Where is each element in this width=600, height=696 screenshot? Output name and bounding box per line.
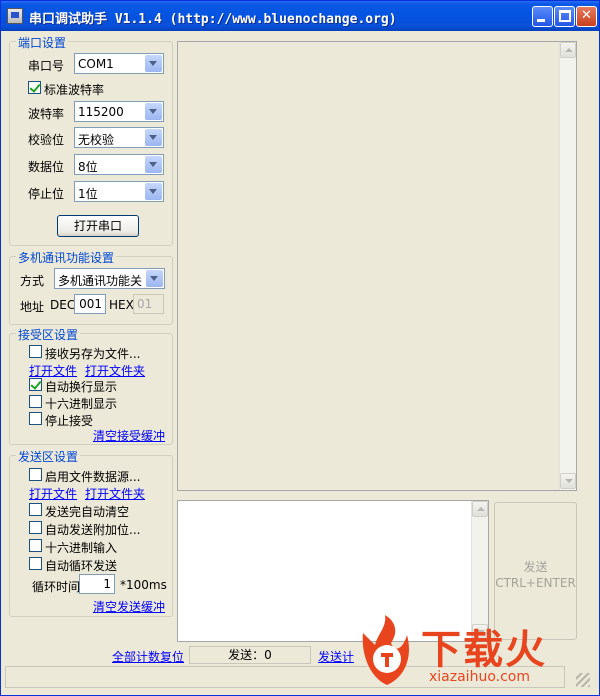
databits-select[interactable]: 8位 [74,154,164,175]
receive-open-file-link[interactable]: 打开文件 [29,362,77,379]
sent-counter: 发送：0 [189,646,311,664]
watermark-url: xiazaihuo.com [429,669,530,685]
receive-open-folder-link[interactable]: 打开文件夹 [85,362,145,379]
scroll-down-icon[interactable] [560,473,576,489]
auto-append-label: 自动发送附加位... [45,523,141,537]
multi-comm-group: 多机通讯功能设置 方式 多机通讯功能关 地址 DEC 001 HEX 01 [9,249,173,325]
chevron-down-icon[interactable] [145,156,162,173]
hex-input-checkbox[interactable] [29,539,42,552]
port-select[interactable]: COM1 [74,53,164,74]
databits-label: 数据位 [28,160,65,174]
app-icon[interactable] [7,8,23,24]
chevron-down-icon[interactable] [145,183,162,200]
flame-logo-icon [362,615,409,685]
receive-settings-group: 接受区设置 接收另存为文件... 打开文件 打开文件夹 自动换行显示 十六进制显… [9,326,173,445]
open-port-button[interactable]: 打开串口 [57,215,139,237]
file-source-label: 启用文件数据源... [45,470,141,484]
hex-display-checkbox[interactable] [29,395,42,408]
hex-display-label: 十六进制显示 [45,397,118,411]
auto-clear-checkbox[interactable] [29,503,42,516]
loop-time-input[interactable]: 1 [79,574,115,594]
send-button-shortcut: CTRL+ENTER [495,576,576,590]
loop-time-label: 循环时间 [32,580,81,594]
watermark-logo: 下载火 xiazaihuo.com [351,613,596,693]
scroll-up-icon[interactable] [560,42,576,58]
databits-select-value: 8位 [78,160,98,174]
save-as-file-checkbox[interactable] [29,345,42,358]
clear-send-link[interactable]: 清空发送缓冲 [93,598,165,615]
receive-scrollbar[interactable] [559,42,576,490]
baud-label: 波特率 [28,107,65,121]
baud-select[interactable]: 115200 [74,101,164,122]
port-settings-legend: 端口设置 [16,34,69,51]
stop-receive-label: 停止接受 [45,414,94,428]
parity-label: 校验位 [28,133,65,147]
close-button[interactable]: ✕ [576,6,597,27]
auto-clear-label: 发送完自动清空 [45,505,130,519]
send-button-label: 发送 [523,560,548,574]
clear-receive-link[interactable]: 清空接受缓冲 [93,427,165,444]
address-label: 地址 [20,300,45,314]
port-label: 串口号 [28,59,65,73]
multi-comm-legend: 多机通讯功能设置 [16,249,117,266]
auto-newline-label: 自动换行显示 [45,380,118,394]
dec-address-value: 001 [79,297,102,311]
chevron-down-icon[interactable] [145,103,162,120]
stopbits-label: 停止位 [28,187,65,201]
close-icon: ✕ [581,8,592,23]
port-select-value: COM1 [78,57,114,71]
auto-loop-checkbox[interactable] [29,557,42,570]
hex-address-value: 01 [137,297,153,311]
send-open-file-link[interactable]: 打开文件 [29,485,77,502]
chevron-down-icon[interactable] [145,55,162,72]
chevron-down-icon[interactable] [146,270,163,287]
receive-settings-legend: 接受区设置 [16,326,81,343]
loop-time-value: 1 [103,577,111,591]
maximize-button[interactable] [554,6,575,27]
parity-select[interactable]: 无校验 [74,127,164,148]
receive-text-area[interactable] [177,41,577,491]
hex-label: HEX [109,298,134,312]
baud-select-value: 115200 [78,105,124,119]
maximize-icon [559,10,571,22]
watermark-brand: 下载火 [421,627,547,673]
dec-address-input[interactable]: 001 [74,294,106,314]
auto-newline-checkbox[interactable] [29,378,42,391]
stop-receive-checkbox[interactable] [29,412,42,425]
auto-loop-label: 自动循环发送 [45,559,118,573]
stopbits-select[interactable]: 1位 [74,181,164,202]
std-baud-checkbox[interactable] [28,81,41,94]
mode-label: 方式 [20,274,45,288]
minimize-icon [537,19,545,22]
send-settings-legend: 发送区设置 [16,448,81,465]
minimize-button[interactable] [532,6,553,27]
scroll-up-icon[interactable] [472,501,488,517]
sent-count-link[interactable]: 发送计 [318,648,354,665]
app-window: 串口调试助手 V1.1.4 (http://www.bluenochange.o… [0,0,600,696]
chevron-down-icon[interactable] [145,129,162,146]
port-settings-group: 端口设置 串口号 COM1 标准波特率 波特率 115200 校验位 无校验 数… [9,34,173,246]
stopbits-select-value: 1位 [78,187,98,201]
hex-input-label: 十六进制输入 [45,541,118,555]
loop-unit-label: *100ms [120,578,167,592]
mode-select-value: 多机通讯功能关 [58,274,143,288]
mode-select[interactable]: 多机通讯功能关 [54,268,165,289]
window-title: 串口调试助手 V1.1.4 (http://www.bluenochange.o… [29,12,397,27]
send-settings-group: 发送区设置 启用文件数据源... 打开文件 打开文件夹 发送完自动清空 自动发送… [9,448,173,617]
parity-select-value: 无校验 [78,133,115,147]
send-open-folder-link[interactable]: 打开文件夹 [85,485,145,502]
reset-counters-link[interactable]: 全部计数复位 [112,648,184,665]
file-source-checkbox[interactable] [29,468,42,481]
std-baud-label: 标准波特率 [44,83,105,97]
save-as-file-label: 接收另存为文件... [45,347,141,361]
dec-label: DEC [50,298,76,312]
auto-append-checkbox[interactable] [29,521,42,534]
hex-address-input: 01 [133,294,164,314]
title-bar[interactable]: 串口调试助手 V1.1.4 (http://www.bluenochange.o… [1,1,599,31]
